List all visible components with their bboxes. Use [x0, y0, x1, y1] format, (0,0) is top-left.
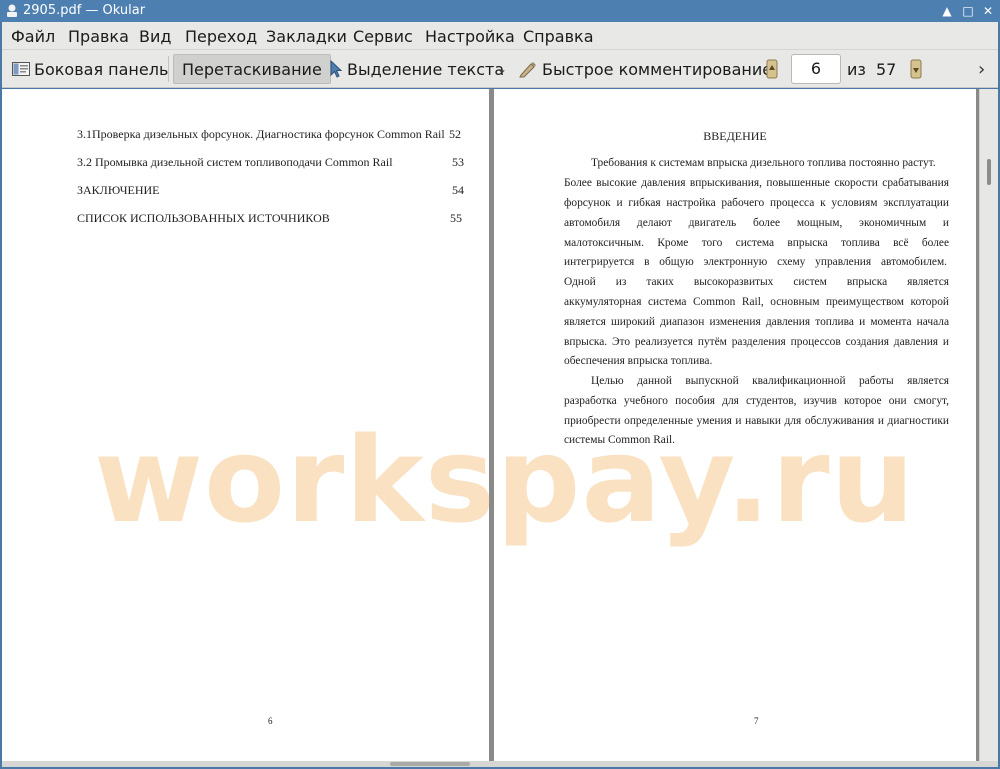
title-bar: 2905.pdf — Okular ▲ □ ✕ [0, 0, 1000, 22]
document-viewport[interactable]: 3.1Проверка дизельных форсунок. Диагност… [2, 89, 998, 761]
text-line: системы Common Rail. [564, 434, 676, 446]
window-title: 2905.pdf — Okular [23, 3, 146, 18]
menu-bar: Файл Правка Вид Переход Закладки Сервис … [2, 22, 998, 50]
text-line: разработка учебного пособия для студенто… [564, 395, 949, 407]
horizontal-scrollbar-thumb[interactable] [390, 762, 470, 766]
menu-help[interactable]: Справка [523, 27, 594, 46]
text-line: приобрести определенные умения и навыки … [564, 415, 949, 427]
menu-go[interactable]: Переход [185, 27, 257, 46]
menu-tools[interactable]: Сервис [353, 27, 413, 46]
page-footer-number: 6 [268, 716, 273, 726]
close-button[interactable]: ✕ [980, 3, 996, 19]
page-of-label: из [847, 60, 866, 79]
go-down-icon [910, 59, 922, 79]
menu-settings[interactable]: Настройка [425, 27, 515, 46]
text-line: Требования к системам впрыска дизельного… [591, 157, 936, 169]
text-line: интегрируется в общую электронную схему … [564, 256, 947, 268]
next-page-button[interactable] [910, 54, 926, 84]
document-page-6: 3.1Проверка дизельных форсунок. Диагност… [2, 89, 489, 761]
menu-edit[interactable]: Правка [68, 27, 129, 46]
section-heading: ВВЕДЕНИЕ [703, 129, 767, 143]
toc-page-number: 54 [452, 183, 464, 197]
text-line: малотоксичным. Кроме того система впрыск… [564, 237, 949, 249]
horizontal-scrollbar[interactable] [2, 761, 998, 767]
page-footer-number: 7 [754, 716, 759, 726]
quick-annotate-button[interactable]: Быстрое комментирование [518, 54, 772, 84]
previous-page-button[interactable] [766, 54, 782, 84]
sidebar-toggle-label: Боковая панель [34, 59, 169, 79]
toc-entry: СПИСОК ИСПОЛЬЗОВАННЫХ ИСТОЧНИКОВ [77, 211, 330, 225]
browse-tool-button[interactable]: Перетаскивание [173, 54, 331, 84]
main-toolbar: Боковая панель Перетаскивание Выделение … [2, 50, 998, 88]
toc-page-number: 53 [452, 155, 464, 169]
document-page-7: ВВЕДЕНИЕ Требования к системам впрыска д… [494, 89, 976, 761]
toolbar-overflow-button[interactable]: › [978, 54, 985, 84]
sidebar-toggle-button[interactable]: Боковая панель [12, 54, 168, 84]
okular-app-icon [7, 4, 17, 17]
total-pages-label: 57 [876, 60, 897, 79]
chevron-down-icon[interactable]: ⌄ [497, 54, 507, 84]
toc-entry: 3.2 Промывка дизельной систем топливопод… [77, 155, 393, 169]
page-number-input[interactable]: 6 [791, 54, 841, 84]
okular-window: 2905.pdf — Okular ▲ □ ✕ Файл Правка Вид … [0, 0, 1000, 769]
menu-file[interactable]: Файл [11, 27, 55, 46]
quick-annotate-label: Быстрое комментирование [542, 59, 773, 79]
menu-view[interactable]: Вид [139, 27, 171, 46]
text-line: форсунок и гибкая настройка рабочего про… [564, 197, 949, 209]
minimize-button[interactable]: ▲ [939, 3, 955, 19]
sidebar-icon [12, 62, 30, 76]
toc-page-number: 55 [450, 211, 462, 225]
cursor-arrow-icon [330, 60, 343, 78]
toc-entry: 3.1Проверка дизельных форсунок. Диагност… [77, 127, 445, 141]
maximize-button[interactable]: □ [960, 3, 976, 19]
vertical-scrollbar[interactable] [979, 89, 998, 761]
text-select-label: Выделение текста [347, 59, 505, 79]
text-line: впрыска. Это реализуется путём разделени… [564, 336, 949, 348]
toolbar-separator [168, 56, 169, 82]
text-line: обеспечения впрыска топлива. [564, 355, 713, 367]
go-up-icon [766, 59, 778, 79]
text-line: Более высокие давления впрыскивания, пов… [564, 177, 949, 189]
text-line: Целью данной выпускной квалификационной … [591, 375, 949, 387]
browse-tool-label: Перетаскивание [182, 59, 322, 79]
text-line: аккумуляторная система Common Rail, осно… [564, 296, 949, 308]
text-select-tool-button[interactable]: Выделение текста [329, 54, 504, 84]
text-line: автомобиля делают двигатель более мощным… [564, 217, 949, 229]
vertical-scrollbar-thumb[interactable] [987, 159, 991, 185]
text-line: Одной из таких высокоразвитых систем впр… [564, 276, 949, 288]
annotate-pen-icon [519, 62, 536, 78]
text-line: является широкий диапазон изменения давл… [564, 316, 949, 328]
menu-bookmarks[interactable]: Закладки [266, 27, 347, 46]
toc-page-number: 52 [449, 127, 461, 141]
toc-entry: ЗАКЛЮЧЕНИЕ [77, 183, 160, 197]
